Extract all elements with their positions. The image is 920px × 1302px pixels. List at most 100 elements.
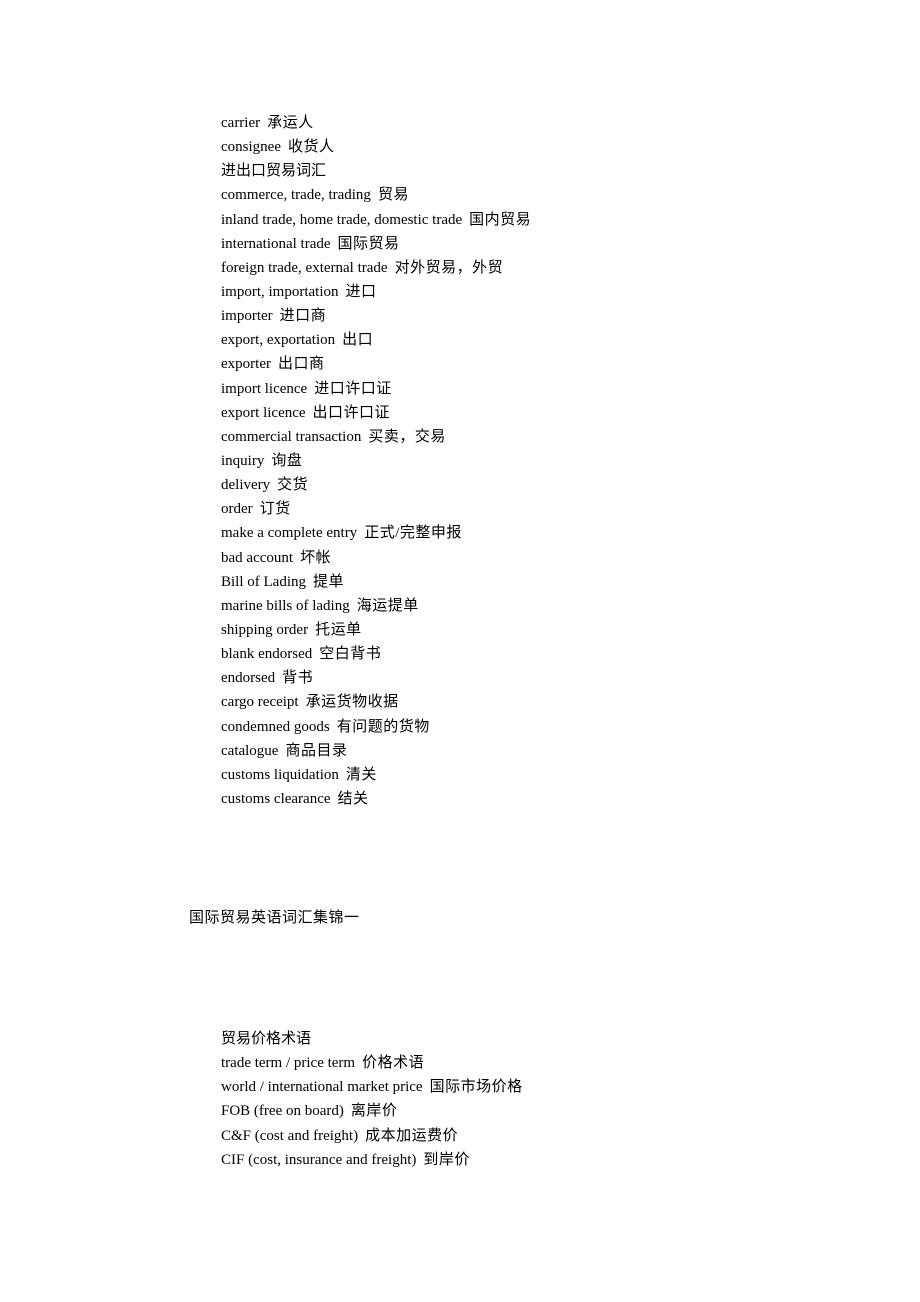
chinese-translation: 进口商 [279,308,327,325]
vocab-entry: CIF (cost, insurance and freight) 到岸价 [221,1148,523,1172]
english-term: commercial transaction [221,428,362,445]
english-term: international trade [221,235,331,252]
vocab-entry: endorsed 背书 [221,666,531,690]
english-term: trade term / price term [221,1055,356,1072]
vocab-entry: international trade 国际贸易 [221,232,531,256]
english-term: CIF (cost, insurance and freight) [221,1151,417,1168]
english-term: bad account [221,549,294,566]
vocab-entry: bad account 坏帐 [221,546,531,570]
subheading: 进出口贸易词汇 [221,159,531,183]
vocab-entry: import, importation 进口 [221,280,531,304]
vocab-entry: foreign trade, external trade 对外贸易，外贸 [221,256,531,280]
chinese-translation: 背书 [282,670,314,687]
vocab-entry: world / international market price 国际市场价格 [221,1075,523,1099]
chinese-translation: 结关 [337,790,369,807]
chinese-translation: 成本加运费价 [365,1127,459,1144]
english-term: make a complete entry [221,525,358,542]
english-term: blank endorsed [221,646,313,663]
chinese-translation: 空白背书 [319,646,382,663]
vocab-entry: customs clearance 结关 [221,787,531,811]
english-term: export licence [221,404,306,421]
chinese-translation: 提单 [313,573,345,590]
chinese-translation: 出口商 [277,356,325,373]
english-term: condemned goods [221,718,330,735]
english-term: FOB (free on board) [221,1103,344,1120]
vocab-entry: import licence 进口许口证 [221,377,531,401]
chinese-translation: 国际贸易 [337,235,400,252]
english-term: importer [221,308,273,325]
english-term: inland trade, home trade, domestic trade [221,211,463,228]
chinese-translation: 询盘 [271,452,303,469]
vocab-entry: commerce, trade, trading 贸易 [221,183,531,207]
english-term: world / international market price [221,1079,423,1096]
english-term: commerce, trade, trading [221,187,371,204]
chinese-translation: 承运人 [267,115,314,131]
vocab-entry: carrier 承运人 [221,111,531,135]
english-term: carrier [221,115,261,131]
chinese-translation: 商品目录 [285,742,348,759]
english-term: import licence [221,380,308,397]
chinese-translation: 进口 [345,283,377,300]
chinese-translation: 正式/完整申报 [364,525,462,542]
english-term: consignee [221,139,281,156]
chinese-translation: 出口许口证 [312,404,391,421]
chinese-subheading: 贸易价格术语 [221,1031,312,1047]
english-term: delivery [221,477,271,494]
english-term: marine bills of lading [221,597,350,614]
subheading: 贸易价格术语 [221,1027,523,1051]
english-term: import, importation [221,283,339,300]
vocab-entry: Bill of Lading 提单 [221,570,531,594]
english-term: inquiry [221,452,265,469]
vocab-entry: catalogue 商品目录 [221,739,531,763]
chinese-subheading: 进出口贸易词汇 [221,163,327,180]
vocabulary-list-2: 贸易价格术语 trade term / price term 价格术语 world /… [221,1027,523,1172]
chinese-translation: 离岸价 [350,1103,398,1120]
chinese-translation: 订货 [259,501,291,518]
chinese-translation: 承运货物收据 [305,694,399,711]
chinese-translation: 贸易 [377,187,409,204]
english-term: export, exportation [221,332,336,349]
vocab-entry: FOB (free on board) 离岸价 [221,1099,523,1123]
chinese-translation: 收货人 [287,139,335,156]
vocab-entry: C&F (cost and freight) 成本加运费价 [221,1124,523,1148]
vocab-entry: exporter 出口商 [221,352,531,376]
vocab-entry: condemned goods 有问题的货物 [221,715,531,739]
chinese-translation: 进口许口证 [314,380,392,397]
vocab-entry: marine bills of lading 海运提单 [221,594,531,618]
english-term: cargo receipt [221,694,299,711]
english-term: customs liquidation [221,766,339,783]
chinese-translation: 托运单 [315,621,362,638]
english-term: exporter [221,356,271,373]
chinese-translation: 交货 [277,477,309,494]
vocab-entry: make a complete entry 正式/完整申报 [221,521,531,545]
chinese-translation: 价格术语 [362,1055,425,1072]
vocab-entry: consignee 收货人 [221,135,531,159]
english-term: foreign trade, external trade [221,259,388,276]
english-term: shipping order [221,621,309,638]
vocab-entry: commercial transaction 买卖，交易 [221,425,531,449]
vocab-entry: shipping order 托运单 [221,618,531,642]
vocabulary-list-1: carrier 承运人 consignee 收货人进出口贸易词汇 commerce, t… [221,111,531,811]
english-term: Bill of Lading [221,573,306,590]
english-term: catalogue [221,742,279,759]
vocab-entry: cargo receipt 承运货物收据 [221,690,531,714]
vocab-entry: export, exportation 出口 [221,328,531,352]
english-term: endorsed [221,670,276,687]
chinese-translation: 海运提单 [356,597,419,614]
english-term: customs clearance [221,790,331,807]
vocab-entry: inquiry 询盘 [221,449,531,473]
chinese-translation: 出口 [342,332,374,349]
english-term: order [221,501,253,518]
vocab-entry: customs liquidation 清关 [221,763,531,787]
vocab-entry: trade term / price term 价格术语 [221,1051,523,1075]
vocab-entry: inland trade, home trade, domestic trade… [221,208,531,232]
vocab-entry: importer 进口商 [221,304,531,328]
chinese-translation: 清关 [345,766,377,783]
chinese-translation: 国际市场价格 [429,1079,523,1096]
vocab-entry: export licence 出口许口证 [221,401,531,425]
vocab-entry: blank endorsed 空白背书 [221,642,531,666]
chinese-translation: 坏帐 [300,549,332,566]
chinese-translation: 买卖，交易 [368,428,446,445]
vocab-entry: delivery 交货 [221,473,531,497]
chinese-translation: 国内贸易 [469,211,532,228]
